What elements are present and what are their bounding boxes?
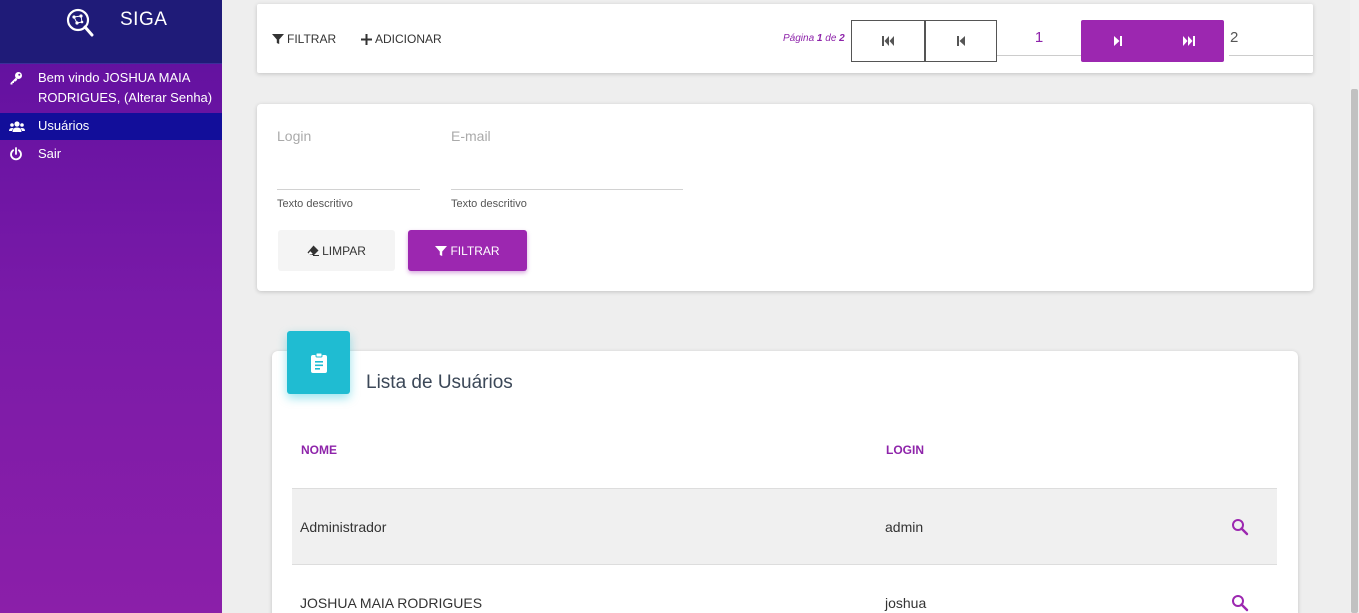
previous-page-button[interactable]	[925, 20, 997, 62]
brand-header: SIGA	[0, 0, 222, 64]
login-help-text: Texto descritivo	[277, 198, 353, 210]
login-underline	[277, 189, 420, 190]
column-header-login[interactable]: LOGIN	[886, 443, 924, 457]
row-name: Administrador	[300, 519, 387, 535]
toolbar-add-button[interactable]: ADICIONAR	[361, 32, 442, 46]
card-header-icon-box	[287, 331, 350, 394]
search-icon[interactable]	[1231, 518, 1249, 536]
column-header-name[interactable]: NOME	[301, 443, 337, 457]
users-icon	[9, 121, 25, 132]
skip-last-icon	[1183, 36, 1195, 46]
email-field[interactable]: E-mail Texto descritivo	[451, 128, 683, 210]
toolbar-add-label: ADICIONAR	[375, 32, 442, 46]
app-name: SIGA	[120, 9, 168, 30]
row-login: admin	[885, 519, 924, 535]
row-name: JOSHUA MAIA RODRIGUES	[300, 595, 483, 611]
filter-icon	[272, 34, 284, 44]
welcome-line-1: Bem vindo JOSHUA MAIA	[38, 70, 191, 85]
page-separator: de	[825, 33, 837, 44]
clear-button-label: LIMPAR	[322, 243, 366, 258]
apply-filter-label: FILTRAR	[450, 243, 500, 258]
table-row[interactable]: JOSHUA MAIA RODRIGUES joshua	[292, 564, 1277, 613]
list-title: Lista de Usuários	[366, 372, 513, 393]
top-toolbar: FILTRAR ADICIONAR Página 1 de 2 1 2	[257, 4, 1313, 73]
email-label: E-mail	[451, 128, 491, 144]
apply-filter-button[interactable]: FILTRAR	[408, 230, 527, 271]
skip-previous-icon	[956, 36, 965, 46]
filter-icon	[435, 245, 448, 256]
next-page-button[interactable]	[1081, 20, 1153, 62]
current-page-input[interactable]: 1	[997, 20, 1081, 56]
filter-panel: Login Texto descritivo E-mail Texto desc…	[257, 104, 1313, 291]
page-prefix: Página	[783, 33, 815, 44]
welcome-line-2[interactable]: RODRIGUES, (Alterar Senha)	[38, 90, 212, 105]
sidebar-item-welcome[interactable]: Bem vindo JOSHUA MAIA RODRIGUES, (Altera…	[0, 68, 222, 112]
login-field[interactable]: Login Texto descritivo	[277, 128, 420, 210]
key-icon	[10, 72, 22, 85]
page-total-number: 2	[839, 33, 845, 44]
page-current-number: 1	[816, 33, 823, 44]
email-underline	[451, 189, 683, 190]
toolbar-filter-button[interactable]: FILTRAR	[272, 32, 336, 46]
toolbar-filter-label: FILTRAR	[287, 32, 337, 46]
page-indicator: Página 1 de 2	[783, 33, 845, 44]
plus-icon	[361, 33, 372, 45]
users-list-card: Lista de Usuários NOME LOGIN Administrad…	[272, 331, 1298, 613]
row-login: joshua	[885, 595, 927, 611]
sidebar-item-exit[interactable]: Sair	[0, 144, 222, 166]
table-row[interactable]: Administrador admin	[292, 488, 1277, 564]
total-pages-field[interactable]: 2	[1229, 20, 1313, 56]
sidebar: SIGA Bem vindo JOSHUA MAIA RODRIGUES, (A…	[0, 0, 222, 613]
last-page-button[interactable]	[1153, 20, 1224, 62]
scrollbar-thumb[interactable]	[1351, 89, 1358, 613]
search-network-logo-icon	[66, 8, 94, 37]
skip-first-icon	[881, 36, 894, 46]
clear-button[interactable]: LIMPAR	[278, 230, 395, 271]
eraser-icon	[307, 245, 320, 256]
email-help-text: Texto descritivo	[451, 198, 527, 210]
sidebar-item-exit-label: Sair	[38, 146, 62, 161]
power-icon	[10, 147, 22, 161]
search-icon[interactable]	[1231, 594, 1249, 612]
login-label: Login	[277, 128, 312, 144]
sidebar-item-users-label: Usuários	[38, 118, 90, 133]
first-page-button[interactable]	[851, 20, 925, 62]
welcome-text: Bem vindo JOSHUA MAIA RODRIGUES, (Altera…	[38, 68, 212, 108]
skip-next-icon	[1113, 36, 1122, 46]
clipboard-icon	[310, 352, 327, 373]
sidebar-item-users[interactable]: Usuários	[0, 113, 222, 140]
